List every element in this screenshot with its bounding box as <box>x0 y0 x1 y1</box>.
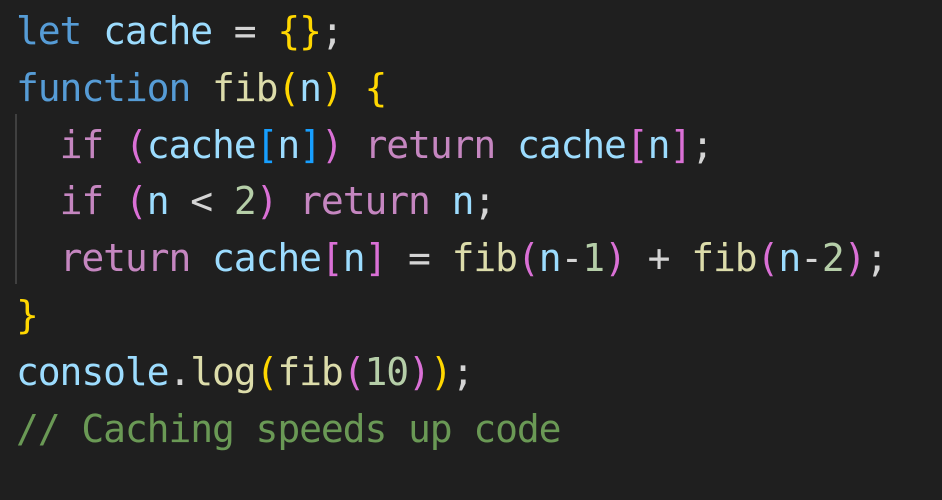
code-token: [ <box>255 122 279 167</box>
code-token: 2 <box>821 236 845 281</box>
code-token: 1 <box>582 236 605 281</box>
code-token: ( <box>756 236 780 281</box>
code-token: 2 <box>233 179 257 224</box>
code-token: ( <box>255 349 279 394</box>
code-token: n <box>342 236 366 281</box>
code-token: return <box>299 179 431 224</box>
code-line[interactable]: if (cache[n]) return cache[n]; <box>16 117 887 174</box>
code-block[interactable]: let cache = {}; function fib(n) { if (cac… <box>16 3 889 458</box>
code-token: console <box>16 349 170 394</box>
code-token: n <box>146 179 170 224</box>
code-token: let <box>16 9 82 53</box>
code-token: ) <box>843 236 867 281</box>
code-line[interactable]: // Caching speeds up code <box>16 401 887 458</box>
code-token: fib <box>451 236 518 281</box>
code-token: n <box>277 122 300 167</box>
code-token: cache <box>103 9 213 53</box>
code-token: ( <box>124 179 148 224</box>
code-editor[interactable]: let cache = {}; function fib(n) { if (cac… <box>0 0 942 500</box>
code-token: cache <box>146 122 257 167</box>
code-token: n <box>451 179 475 224</box>
code-token: 10 <box>364 349 409 394</box>
code-line[interactable]: console.log(fib(10)); <box>16 344 887 401</box>
code-token: ) <box>320 65 344 110</box>
code-line[interactable]: } <box>16 287 887 344</box>
code-token: n <box>299 65 322 110</box>
code-token: if <box>59 122 105 167</box>
code-token: ] <box>299 122 322 167</box>
code-token: fib <box>212 65 278 110</box>
code-token: } <box>16 292 39 337</box>
code-token: ( <box>277 65 300 110</box>
code-token: log <box>190 349 256 394</box>
code-token: return <box>59 236 192 281</box>
code-token: [ <box>320 236 344 281</box>
code-token: = <box>212 9 278 53</box>
code-token: ( <box>516 236 540 281</box>
code-token: function <box>16 65 191 110</box>
code-token: < <box>168 179 234 224</box>
code-token: ; <box>865 236 888 281</box>
code-token: = <box>386 236 452 281</box>
code-token: fib <box>691 236 757 281</box>
code-token: . <box>168 349 191 394</box>
code-line[interactable]: if (n < 2) return n; <box>16 173 887 230</box>
code-token: + <box>625 236 692 281</box>
code-token: { <box>364 65 387 110</box>
code-token: ( <box>124 122 148 167</box>
code-token: ] <box>669 122 692 167</box>
code-line[interactable]: let cache = {}; <box>16 3 887 60</box>
code-token: cache <box>516 122 627 167</box>
code-token: ; <box>320 9 344 53</box>
code-token: ) <box>408 349 431 394</box>
code-token: fib <box>277 349 343 394</box>
code-token: ( <box>342 349 366 394</box>
code-line[interactable]: return cache[n] = fib(n-1) + fib(n-2); <box>16 230 889 287</box>
code-token: n <box>778 236 801 281</box>
code-token: ; <box>451 349 475 394</box>
code-token: ; <box>691 122 714 167</box>
code-token: n <box>647 122 671 167</box>
code-token: ) <box>320 122 344 167</box>
code-token: ) <box>255 179 279 224</box>
code-line[interactable]: function fib(n) { <box>16 60 887 117</box>
code-token: - <box>800 236 823 281</box>
code-token: ; <box>473 179 496 224</box>
code-token: // Caching speeds up code <box>16 406 562 451</box>
code-token: ) <box>604 236 627 281</box>
code-token: {} <box>277 9 322 53</box>
code-token: return <box>364 122 496 167</box>
code-token: [ <box>625 122 649 167</box>
code-token: n <box>538 236 562 281</box>
code-token: if <box>59 179 105 224</box>
code-token: - <box>560 236 584 281</box>
code-token: cache <box>212 236 322 281</box>
code-token: ) <box>429 349 453 394</box>
code-token: ] <box>364 236 387 281</box>
